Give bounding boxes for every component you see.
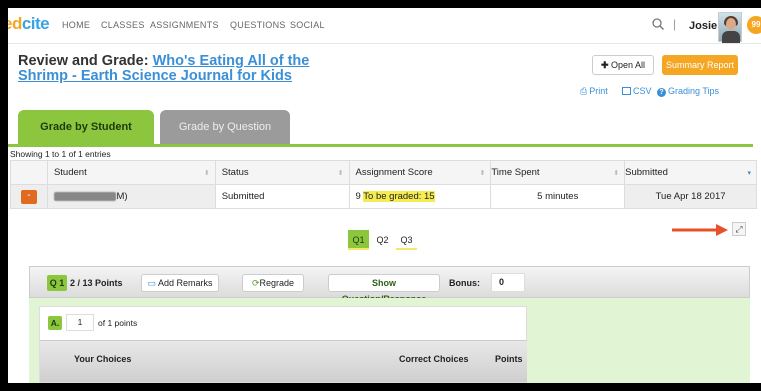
choices-header: Your Choices Correct Choices Points <box>40 340 527 382</box>
entries-info: Showing 1 to 1 of 1 entries <box>10 149 111 159</box>
bonus-label: Bonus: <box>449 278 480 288</box>
tab-grade-by-question[interactable]: Grade by Question <box>160 110 290 144</box>
row-expand-cell: - <box>10 184 48 209</box>
table-row[interactable]: - Name (1:02:04 PM) Submitted 9 To be gr… <box>10 184 757 209</box>
col-points: Points <box>495 354 523 364</box>
tab-q1[interactable]: Q1 <box>348 230 369 250</box>
col-correct-choices: Correct Choices <box>399 354 469 364</box>
sort-desc-icon: ▾ <box>747 170 751 177</box>
header-time-spent[interactable]: Time Spent ⬍ <box>490 160 626 185</box>
submitted-cell: Tue Apr 18 2017 <box>624 184 757 209</box>
frame-bottom-border <box>0 383 761 391</box>
csv-link[interactable]: CSV <box>622 86 652 96</box>
header-expand <box>10 160 48 185</box>
help-icon: ? <box>657 88 666 97</box>
nav-assignments[interactable]: ASSIGNMENTS <box>150 20 219 30</box>
student-cell: Name (1:02:04 PM) <box>46 184 216 209</box>
add-remarks-button[interactable]: ▭ Add Remarks <box>141 274 219 292</box>
answer-tag: A. <box>48 316 62 330</box>
redacted-student-name: Name (1:02:04 P <box>53 192 117 201</box>
open-all-button[interactable]: ✚ Open All <box>592 55 654 75</box>
table-header-row: Student ⬍ Status ⬍ Assignment Score ⬍ Time … <box>10 160 757 185</box>
notification-badge[interactable]: 99 <box>747 16 761 34</box>
sort-icon: ⬍ <box>203 170 210 177</box>
col-your-choices: Your Choices <box>74 354 132 364</box>
header-submitted[interactable]: Submitted ▾ <box>624 160 757 185</box>
page-title: Review and Grade: Who's Eating All of th… <box>18 53 310 84</box>
plus-icon: ✚ <box>600 60 611 70</box>
top-navigation: edcite HOME CLASSES ASSIGNMENTS QUESTION… <box>0 8 761 44</box>
header-status[interactable]: Status ⬍ <box>214 160 350 185</box>
nav-classes[interactable]: CLASSES <box>101 20 145 30</box>
print-link[interactable]: ⎙ Print <box>580 86 608 97</box>
to-be-graded-label: To be graded: 15 <box>363 191 435 202</box>
printer-icon: ⎙ <box>580 86 588 96</box>
answer-points-max: of 1 points <box>98 318 138 328</box>
question-points: 2 / 13 Points <box>70 278 123 288</box>
status-cell: Submitted <box>214 184 350 209</box>
annotation-arrow-icon <box>672 224 728 236</box>
score-cell: 9 To be graded: 15 <box>348 184 492 209</box>
show-question-response-button[interactable]: Show Question/Response <box>328 274 440 304</box>
expand-icon[interactable]: ⤢ <box>732 222 746 236</box>
nav-home[interactable]: HOME <box>62 20 90 30</box>
nav-social[interactable]: SOCIAL <box>290 20 325 30</box>
collapse-button[interactable]: - <box>20 189 37 204</box>
nav-separator: | <box>673 17 677 31</box>
header-assignment-score[interactable]: Assignment Score ⬍ <box>348 160 492 185</box>
tab-q2[interactable]: Q2 <box>372 230 393 250</box>
question-toolbar: Q 1 2 / 13 Points ▭ Add Remarks ⟳Regrade… <box>29 266 750 304</box>
refresh-icon: ⟳ <box>251 278 260 288</box>
edcite-logo[interactable]: edcite <box>3 14 50 34</box>
header-student[interactable]: Student ⬍ <box>46 160 216 185</box>
grading-tips-link[interactable]: ? Grading Tips <box>657 86 719 97</box>
sort-icon: ⬍ <box>613 170 620 177</box>
frame-left-border <box>0 8 8 383</box>
comment-icon: ▭ <box>147 278 158 288</box>
spreadsheet-icon <box>622 87 631 95</box>
avatar[interactable] <box>718 12 742 43</box>
question-tabs: Q1 Q2 Q3 <box>348 230 417 250</box>
question-tag: Q 1 <box>47 275 67 291</box>
sort-icon: ⬍ <box>479 170 486 177</box>
time-spent-cell: 5 minutes <box>490 184 626 209</box>
summary-report-button[interactable]: Summary Report <box>662 55 738 75</box>
tab-grade-by-student[interactable]: Grade by Student <box>18 110 154 144</box>
frame-top-border <box>0 0 761 8</box>
nav-questions[interactable]: QUESTIONS <box>230 20 286 30</box>
bonus-input[interactable]: 0 <box>491 273 525 292</box>
answer-points-input[interactable]: 1 <box>66 314 94 331</box>
user-name[interactable]: Josie <box>689 20 717 32</box>
answer-card: A. 1 of 1 points Your Choices Correct Ch… <box>39 306 527 383</box>
tab-q3[interactable]: Q3 <box>396 230 417 250</box>
grading-tabs: Grade by Student Grade by Question <box>18 110 290 144</box>
app-window: edcite HOME CLASSES ASSIGNMENTS QUESTION… <box>0 0 761 391</box>
regrade-button[interactable]: ⟳Regrade <box>242 274 304 292</box>
search-icon[interactable] <box>651 17 665 31</box>
students-table: Student ⬍ Status ⬍ Assignment Score ⬍ Time … <box>10 160 757 209</box>
sort-icon: ⬍ <box>337 170 344 177</box>
tab-underline <box>8 144 753 147</box>
